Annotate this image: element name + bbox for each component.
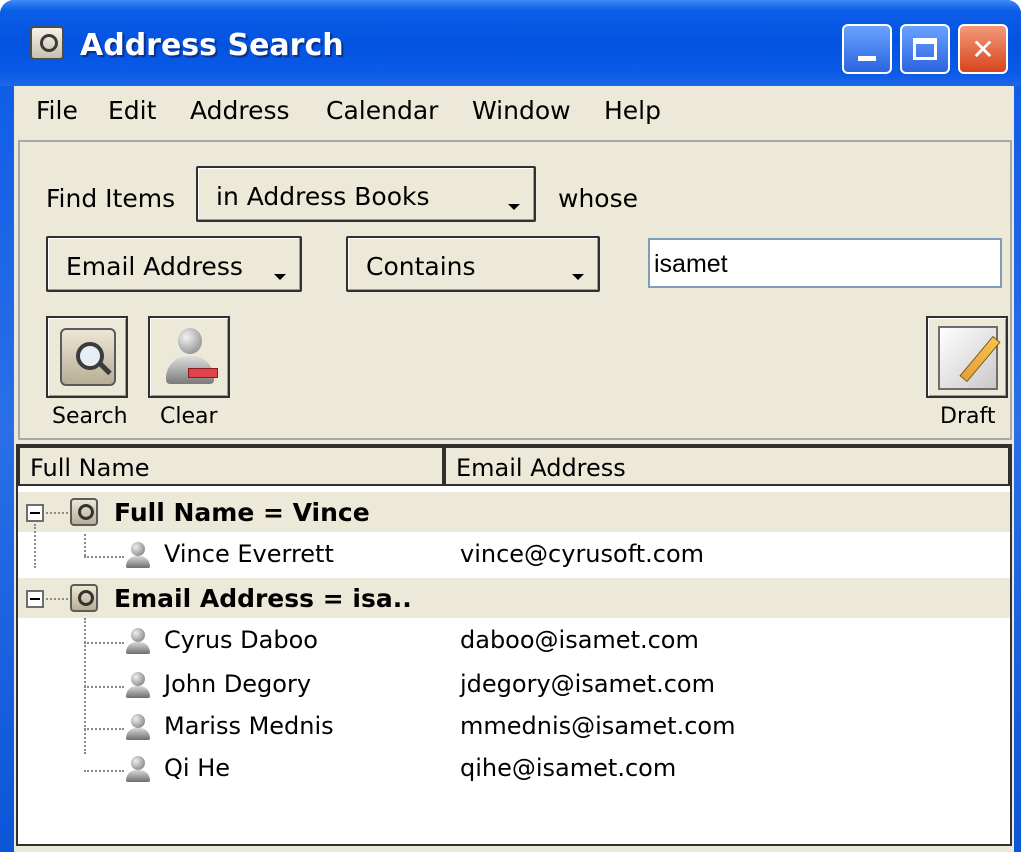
draft-icon	[938, 326, 998, 390]
field-dropdown[interactable]: Email Address	[46, 236, 302, 292]
list-item[interactable]: John Degory jdegory@isamet.com	[18, 664, 1010, 706]
search-button-label: Search	[52, 404, 128, 429]
list-item[interactable]: Vince Everrett vince@cyrusoft.com	[18, 534, 1010, 576]
clear-button-label: Clear	[160, 404, 218, 429]
person-icon	[126, 672, 150, 700]
whose-label: whose	[558, 184, 638, 213]
result-group[interactable]: Full Name = Vince	[18, 492, 1010, 532]
item-name: Vince Everrett	[164, 540, 334, 568]
close-button[interactable]: ✕	[958, 24, 1008, 74]
menu-file[interactable]: File	[36, 96, 78, 125]
person-icon	[126, 628, 150, 656]
chevron-down-icon	[274, 274, 286, 280]
item-name: Cyrus Daboo	[164, 626, 318, 654]
collapse-icon[interactable]	[26, 590, 44, 608]
search-button[interactable]	[46, 316, 128, 398]
item-email: daboo@isamet.com	[460, 626, 699, 654]
menu-help[interactable]: Help	[604, 96, 661, 125]
item-name: Qi He	[164, 754, 230, 782]
maximize-button[interactable]	[900, 24, 950, 74]
item-name: Mariss Mednis	[164, 712, 334, 740]
scope-value: in Address Books	[216, 182, 430, 211]
window-title: Address Search	[80, 28, 344, 63]
client-area: File Edit Address Calendar Window Help F…	[14, 86, 1014, 852]
minimize-icon	[858, 55, 876, 61]
menu-bar: File Edit Address Calendar Window Help	[14, 86, 1014, 136]
collapse-icon[interactable]	[26, 504, 44, 522]
group-label: Full Name = Vince	[114, 498, 370, 527]
close-icon: ✕	[971, 32, 995, 66]
search-panel: Find Items in Address Books whose Email …	[18, 140, 1012, 440]
item-email: jdegory@isamet.com	[460, 670, 715, 698]
column-header-email[interactable]: Email Address	[444, 446, 1010, 486]
item-email: mmednis@isamet.com	[460, 712, 736, 740]
list-item[interactable]: Mariss Mednis mmednis@isamet.com	[18, 706, 1010, 748]
maximize-icon	[913, 38, 937, 60]
clear-button[interactable]	[148, 316, 230, 398]
results-table[interactable]: Full Name Email Address Full Name = Vinc…	[16, 444, 1012, 846]
chevron-down-icon	[508, 204, 520, 210]
item-name: John Degory	[164, 670, 312, 698]
find-items-label: Find Items	[46, 184, 176, 213]
person-icon	[126, 714, 150, 742]
column-header-full-name[interactable]: Full Name	[18, 446, 444, 486]
title-bar[interactable]: Address Search ✕	[0, 0, 1021, 86]
scope-dropdown[interactable]: in Address Books	[196, 166, 536, 222]
result-group[interactable]: Email Address = isa..	[18, 578, 1010, 618]
search-value-input[interactable]: isamet	[648, 238, 1002, 288]
menu-edit[interactable]: Edit	[108, 96, 156, 125]
person-icon	[126, 756, 150, 784]
minimize-button[interactable]	[842, 24, 892, 74]
item-email: vince@cyrusoft.com	[460, 540, 705, 568]
search-book-icon	[60, 328, 116, 386]
group-label: Email Address = isa..	[114, 584, 412, 613]
search-group-icon	[70, 498, 98, 526]
menu-window[interactable]: Window	[472, 96, 571, 125]
list-item[interactable]: Qi He qihe@isamet.com	[18, 748, 1010, 790]
menu-calendar[interactable]: Calendar	[326, 96, 438, 125]
field-value: Email Address	[66, 252, 243, 281]
app-icon[interactable]	[30, 26, 64, 60]
item-email: qihe@isamet.com	[460, 754, 677, 782]
person-icon	[126, 542, 150, 570]
address-search-window: Address Search ✕ File Edit Address Calen…	[0, 0, 1021, 852]
operator-dropdown[interactable]: Contains	[346, 236, 600, 292]
draft-button[interactable]	[926, 316, 1008, 398]
list-item[interactable]: Cyrus Daboo daboo@isamet.com	[18, 620, 1010, 662]
clear-person-icon	[166, 328, 218, 388]
draft-button-label: Draft	[940, 404, 996, 429]
search-group-icon	[70, 584, 98, 612]
operator-value: Contains	[366, 252, 476, 281]
menu-address[interactable]: Address	[190, 96, 290, 125]
chevron-down-icon	[572, 274, 584, 280]
